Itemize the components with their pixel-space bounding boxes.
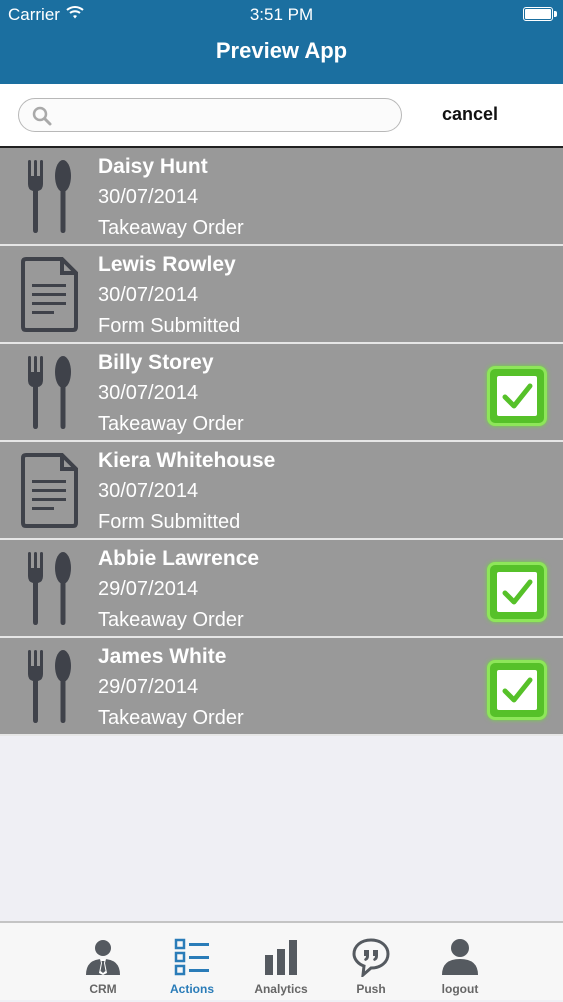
tab-label: Push bbox=[356, 982, 386, 996]
list-item-name: Lewis Rowley bbox=[98, 253, 236, 276]
list-item-date: 30/07/2014 bbox=[98, 186, 199, 208]
list-item-date: 30/07/2014 bbox=[98, 382, 199, 404]
document-icon bbox=[18, 452, 82, 528]
search-input[interactable] bbox=[59, 104, 383, 128]
list-item-date: 30/07/2014 bbox=[98, 284, 199, 306]
list-item-type: Takeaway Order bbox=[98, 413, 244, 435]
list-item-name: Daisy Hunt bbox=[98, 155, 208, 178]
cutlery-icon bbox=[18, 354, 82, 430]
battery-tip bbox=[554, 11, 557, 17]
cutlery-icon bbox=[18, 158, 82, 234]
list-item-name: Abbie Lawrence bbox=[98, 547, 260, 570]
list-item-type: Form Submitted bbox=[98, 315, 241, 337]
checkbox-checked-icon[interactable] bbox=[487, 660, 547, 720]
search-icon bbox=[32, 106, 52, 126]
status-bar: Carrier 3:51 PM bbox=[0, 0, 563, 30]
list-item-date: 30/07/2014 bbox=[98, 480, 199, 502]
tab-analytics[interactable]: Analytics bbox=[236, 923, 326, 1002]
app-header: Carrier 3:51 PM Preview App bbox=[0, 0, 563, 84]
tab-logout[interactable]: logout bbox=[415, 923, 505, 1002]
tab-crm[interactable]: CRM bbox=[58, 923, 148, 1002]
list-item-date: 29/07/2014 bbox=[98, 676, 199, 698]
search-bar: cancel bbox=[0, 84, 563, 148]
list-item-date: 29/07/2014 bbox=[98, 578, 199, 600]
search-field[interactable] bbox=[18, 98, 402, 132]
list-item-name: Kiera Whitehouse bbox=[98, 449, 276, 472]
page-title: Preview App bbox=[215, 38, 348, 63]
cancel-button[interactable]: cancel bbox=[420, 104, 520, 125]
list-item-type: Takeaway Order bbox=[98, 217, 244, 239]
list-item-type: Takeaway Order bbox=[98, 609, 244, 631]
actions-list: Daisy Hunt 30/07/2014 Takeaway Order Lewis … bbox=[0, 148, 563, 736]
list-item[interactable]: Daisy Hunt 30/07/2014 Takeaway Order bbox=[0, 148, 563, 246]
tab-push[interactable]: Push bbox=[326, 923, 416, 1002]
tab-label: logout bbox=[441, 982, 479, 996]
list-item-text: Kiera Whitehouse 30/07/2014 Form Submitted bbox=[98, 446, 275, 538]
list-item-text: Daisy Hunt 30/07/2014 Takeaway Order bbox=[98, 152, 244, 244]
tab-label: Analytics bbox=[254, 982, 308, 996]
list-item[interactable]: Kiera Whitehouse 30/07/2014 Form Submitted bbox=[0, 442, 563, 540]
checkbox-checked-icon[interactable] bbox=[487, 562, 547, 622]
list-item[interactable]: Lewis Rowley 30/07/2014 Form Submitted bbox=[0, 246, 563, 344]
list-item-text: Billy Storey 30/07/2014 Takeaway Order bbox=[98, 348, 244, 440]
list-item-type: Form Submitted bbox=[98, 511, 241, 533]
tab-label: CRM bbox=[89, 982, 117, 996]
cutlery-icon bbox=[18, 648, 82, 724]
document-icon bbox=[18, 256, 82, 332]
list-item[interactable]: Abbie Lawrence 29/07/2014 Takeaway Order bbox=[0, 540, 563, 638]
tab-bar: CRM Actions Analytics Push logout bbox=[0, 921, 563, 1000]
list-item[interactable]: Billy Storey 30/07/2014 Takeaway Order bbox=[0, 344, 563, 442]
tab-actions[interactable]: Actions bbox=[147, 923, 237, 1002]
list-item-type: Takeaway Order bbox=[98, 707, 244, 729]
tab-label: Actions bbox=[169, 982, 214, 996]
list-item-text: Lewis Rowley 30/07/2014 Form Submitted bbox=[98, 250, 240, 342]
battery-icon bbox=[523, 7, 553, 21]
list-item-name: Billy Storey bbox=[98, 351, 214, 374]
cutlery-icon bbox=[18, 550, 82, 626]
list-item[interactable]: James White 29/07/2014 Takeaway Order bbox=[0, 638, 563, 736]
list-item-text: Abbie Lawrence 29/07/2014 Takeaway Order bbox=[98, 544, 259, 636]
list-item-name: James White bbox=[98, 645, 227, 668]
checkbox-checked-icon[interactable] bbox=[487, 366, 547, 426]
list-item-text: James White 29/07/2014 Takeaway Order bbox=[98, 642, 244, 734]
status-time: 3:51 PM bbox=[249, 5, 314, 24]
